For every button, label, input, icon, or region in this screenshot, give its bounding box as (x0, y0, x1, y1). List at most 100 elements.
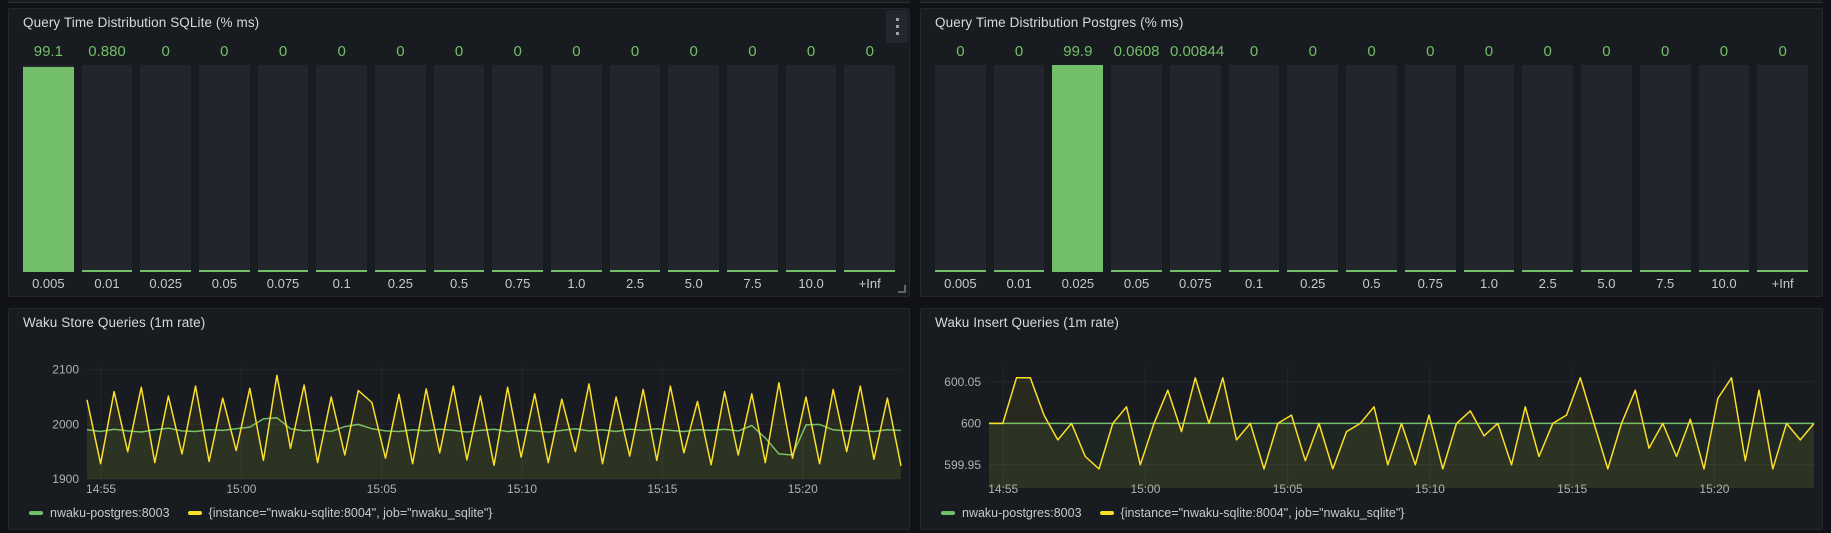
bar-value-label: 0 (1640, 43, 1691, 63)
y-tick-label: 600 (961, 416, 981, 430)
histogram-bar[interactable]: 00.5 (1346, 43, 1397, 292)
legend: nwaku-postgres:8003 {instance="nwaku-sqli… (941, 502, 1404, 524)
bar-fill (786, 270, 837, 272)
bar-fill (492, 270, 543, 272)
histogram-bar[interactable]: 00.5 (434, 43, 485, 292)
bar-fill (1170, 270, 1221, 272)
legend-item[interactable]: nwaku-postgres:8003 (941, 506, 1082, 520)
histogram-bar[interactable]: 00.25 (375, 43, 426, 292)
panel-header[interactable]: Query Time Distribution Postgres (% ms) (921, 9, 1822, 37)
histogram-bar[interactable]: 0+Inf (1757, 43, 1808, 292)
panel-menu-kebab-icon[interactable] (886, 10, 908, 43)
bar-fill (82, 270, 133, 272)
histogram-bar[interactable]: 00.025 (140, 43, 191, 292)
histogram-sqlite: 99.10.0050.8800.0100.02500.0500.07500.10… (23, 43, 895, 292)
bar-fill (1464, 270, 1515, 272)
x-tick-label: 15:00 (226, 482, 256, 496)
timeseries-insert-plot[interactable]: 14:5515:0015:0515:1015:1515:20599.956006… (921, 337, 1822, 499)
histogram-bar[interactable]: 02.5 (1522, 43, 1573, 292)
x-tick-label: 15:05 (367, 482, 397, 496)
histogram-bar[interactable]: 02.5 (610, 43, 661, 292)
bar-value-label: 0 (258, 43, 309, 63)
panel-title: Waku Store Queries (1m rate) (23, 309, 205, 337)
histogram-bar[interactable]: 07.5 (727, 43, 778, 292)
legend-item[interactable]: {instance="nwaku-sqlite:8004", job="nwak… (188, 506, 493, 520)
histogram-bar[interactable]: 01.0 (1464, 43, 1515, 292)
histogram-bar[interactable]: 99.90.025 (1052, 43, 1103, 292)
bar-value-label: 0 (610, 43, 661, 63)
legend-label: {instance="nwaku-sqlite:8004", job="nwak… (209, 506, 493, 520)
histogram-bar[interactable]: 010.0 (786, 43, 837, 292)
bar-value-label: 0 (727, 43, 778, 63)
histogram-bar[interactable]: 0+Inf (844, 43, 895, 292)
bar-bucket-label: 10.0 (786, 272, 837, 292)
panel-resize-handle-icon[interactable] (898, 285, 906, 293)
y-tick-label: 599.95 (944, 458, 981, 472)
bar-track (551, 65, 602, 272)
legend-item[interactable]: nwaku-postgres:8003 (29, 506, 170, 520)
histogram-bar[interactable]: 00.1 (316, 43, 367, 292)
histogram-bar[interactable]: 00.01 (994, 43, 1045, 292)
bar-value-label: 0 (668, 43, 719, 63)
histogram-bar[interactable]: 00.1 (1229, 43, 1280, 292)
bar-value-label: 99.1 (23, 43, 74, 63)
panel-title: Waku Insert Queries (1m rate) (935, 309, 1119, 337)
bar-value-label: 0 (492, 43, 543, 63)
bar-bucket-label: 0.25 (1287, 272, 1338, 292)
bar-track (1170, 65, 1221, 272)
bar-bucket-label: 0.5 (434, 272, 485, 292)
bar-fill (1111, 270, 1162, 272)
bar-value-label: 0 (1699, 43, 1750, 63)
bar-value-label: 0 (1405, 43, 1456, 63)
bar-bucket-label: 0.75 (492, 272, 543, 292)
timeseries-store-plot[interactable]: 14:5515:0015:0515:1015:1515:201900200021… (9, 337, 909, 499)
histogram-bar[interactable]: 00.005 (935, 43, 986, 292)
bar-bucket-label: 0.05 (199, 272, 250, 292)
bar-fill (140, 270, 191, 272)
panel-title: Query Time Distribution SQLite (% ms) (23, 9, 259, 37)
bar-track (1229, 65, 1280, 272)
legend-item[interactable]: {instance="nwaku-sqlite:8004", job="nwak… (1100, 506, 1405, 520)
histogram-bar[interactable]: 00.75 (492, 43, 543, 292)
grafana-dashboard: Query Time Distribution SQLite (% ms) 99… (0, 0, 1831, 533)
bar-fill (1581, 270, 1632, 272)
bar-fill (727, 270, 778, 272)
bar-fill (375, 270, 426, 272)
panel-header[interactable]: Query Time Distribution SQLite (% ms) (9, 9, 909, 37)
bar-track (610, 65, 661, 272)
histogram-bar[interactable]: 00.75 (1405, 43, 1456, 292)
histogram-bar[interactable]: 0.06080.05 (1111, 43, 1162, 292)
histogram-bar[interactable]: 99.10.005 (23, 43, 74, 292)
bar-bucket-label: 0.025 (1052, 272, 1103, 292)
bar-bucket-label: 0.075 (1170, 272, 1221, 292)
bar-value-label: 0 (786, 43, 837, 63)
bar-value-label: 0 (844, 43, 895, 63)
bar-value-label: 0 (935, 43, 986, 63)
bar-value-label: 0.880 (82, 43, 133, 63)
histogram-bar[interactable]: 05.0 (1581, 43, 1632, 292)
histogram-bar[interactable]: 01.0 (551, 43, 602, 292)
histogram-bar[interactable]: 07.5 (1640, 43, 1691, 292)
bar-fill (668, 270, 719, 272)
panel-above-edge-left (8, 0, 910, 3)
bar-fill (1405, 270, 1456, 272)
histogram-bar[interactable]: 0.8800.01 (82, 43, 133, 292)
panel-header[interactable]: Waku Store Queries (1m rate) (9, 309, 909, 337)
bar-fill (434, 270, 485, 272)
bar-fill (551, 270, 602, 272)
bar-track (316, 65, 367, 272)
y-tick-label: 2000 (52, 417, 79, 431)
histogram-bar[interactable]: 0.008440.075 (1170, 43, 1221, 292)
histogram-bar[interactable]: 00.25 (1287, 43, 1338, 292)
histogram-bar[interactable]: 010.0 (1699, 43, 1750, 292)
bar-track (1699, 65, 1750, 272)
bar-bucket-label: 7.5 (1640, 272, 1691, 292)
timeseries-svg: 14:5515:0015:0515:1015:1515:20599.956006… (921, 337, 1822, 499)
histogram-bar[interactable]: 00.075 (258, 43, 309, 292)
histogram-bar[interactable]: 00.05 (199, 43, 250, 292)
histogram-bar[interactable]: 05.0 (668, 43, 719, 292)
panel-header[interactable]: Waku Insert Queries (1m rate) (921, 309, 1822, 337)
bar-track (668, 65, 719, 272)
bar-track (1111, 65, 1162, 272)
panel-query-time-sqlite: Query Time Distribution SQLite (% ms) 99… (8, 8, 910, 297)
